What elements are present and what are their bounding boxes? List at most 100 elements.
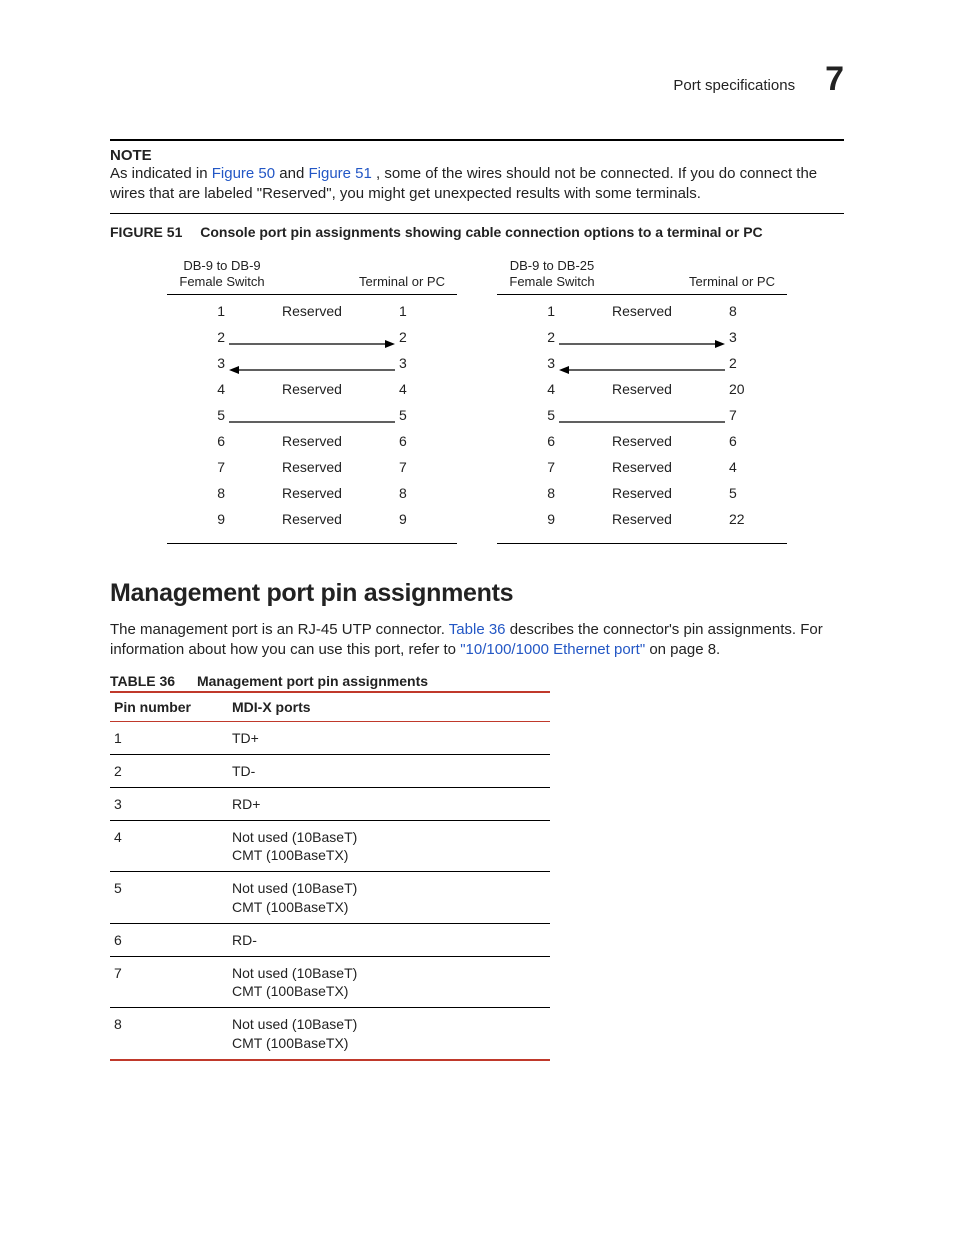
pin-row-right-number: 22 [725, 511, 757, 527]
pin-row-right-number: 7 [725, 407, 757, 423]
pin-row-right-number: 2 [395, 329, 427, 345]
pin-block-header-left-line1: DB-9 to DB-25 [510, 258, 595, 273]
table-cell-pin-number: 5 [110, 872, 228, 923]
pin-row-right-number: 9 [395, 511, 427, 527]
pin-block-header-left: DB-9 to DB-9Female Switch [167, 258, 277, 291]
pin-row-left-number: 5 [205, 407, 229, 423]
pin-row-right-number: 8 [395, 485, 427, 501]
table-row: 4Not used (10BaseT)CMT (100BaseTX) [110, 821, 550, 872]
pin-row: 1Reserved8 [497, 303, 787, 329]
table-row: 1TD+ [110, 721, 550, 754]
table-caption-text: Management port pin assignments [197, 673, 428, 689]
table-cell-mdix-ports: Not used (10BaseT)CMT (100BaseTX) [228, 872, 550, 923]
pin-block-header-right-text: Terminal or PC [359, 274, 445, 289]
arrow-left-icon [559, 365, 725, 375]
pin-row-right-number: 2 [725, 355, 757, 371]
pin-block-header-left-line1: DB-9 to DB-9 [183, 258, 260, 273]
table-cell-mdix-ports: RD- [228, 923, 550, 956]
running-title: Port specifications [673, 77, 795, 94]
table-row: 6RD- [110, 923, 550, 956]
pin-row: 57 [497, 407, 787, 433]
table-cell-pin-number: 7 [110, 957, 228, 1008]
arrow-right-icon [229, 339, 395, 349]
plain-line-icon [559, 417, 725, 427]
pin-row: 6Reserved6 [497, 433, 787, 459]
pin-row: 55 [167, 407, 457, 433]
table-cell-mdix-ports: TD+ [228, 721, 550, 754]
pin-block-db9-db9: DB-9 to DB-9Female Switch Terminal or PC 1… [167, 258, 457, 545]
pin-block-headers: DB-9 to DB-9Female Switch Terminal or PC [167, 258, 457, 291]
para-post: on page 8. [649, 641, 720, 658]
pin-row-right-number: 6 [725, 433, 757, 449]
note-text-mid: and [279, 165, 308, 182]
table-cell-pin-number: 8 [110, 1008, 228, 1060]
pin-row-right-number: 5 [725, 485, 757, 501]
pin-block-db9-db25: DB-9 to DB-25Female Switch Terminal or PC… [497, 258, 787, 545]
pin-row: 8Reserved5 [497, 485, 787, 511]
pin-row: 4Reserved20 [497, 381, 787, 407]
table-row: 3RD+ [110, 787, 550, 820]
pin-row-right-number: 5 [395, 407, 427, 423]
pin-row: 4Reserved4 [167, 381, 457, 407]
page: Port specifications 7 NOTE As indicated … [0, 0, 954, 1235]
pin-row: 22 [167, 329, 457, 355]
table-cell-mdix-ports: Not used (10BaseT)CMT (100BaseTX) [228, 1008, 550, 1060]
arrow-right-icon [559, 339, 725, 349]
note-text: As indicated in Figure 50 and Figure 51 … [110, 164, 844, 205]
running-chapter-number: 7 [825, 60, 844, 99]
pin-block-header-right-text: Terminal or PC [689, 274, 775, 289]
pin-block-header-right: Terminal or PC [677, 274, 787, 290]
pin-row: 7Reserved7 [167, 459, 457, 485]
link-figure-51[interactable]: Figure 51 [308, 165, 371, 182]
para-pre: The management port is an RJ-45 UTP conn… [110, 621, 449, 638]
link-ethernet-port[interactable]: "10/100/1000 Ethernet port" [460, 641, 645, 658]
pin-row-right-number: 3 [725, 329, 757, 345]
pin-block-header-right: Terminal or PC [347, 274, 457, 290]
table-row: 5Not used (10BaseT)CMT (100BaseTX) [110, 872, 550, 923]
pin-row: 6Reserved6 [167, 433, 457, 459]
pin-row: 1Reserved1 [167, 303, 457, 329]
pin-row: 23 [497, 329, 787, 355]
pin-row: 32 [497, 355, 787, 381]
pin-row-left-number: 3 [535, 355, 559, 371]
table-cell-pin-number: 2 [110, 754, 228, 787]
pin-row-right-number: 20 [725, 381, 757, 397]
plain-line-icon [229, 417, 395, 427]
table-cell-mdix-ports: Not used (10BaseT)CMT (100BaseTX) [228, 957, 550, 1008]
pin-row-left-number: 2 [535, 329, 559, 345]
pin-row-right-number: 3 [395, 355, 427, 371]
note-label: NOTE [110, 147, 844, 164]
pin-row: 9Reserved22 [497, 511, 787, 537]
pin-row: 9Reserved9 [167, 511, 457, 537]
note-block: NOTE As indicated in Figure 50 and Figur… [110, 139, 844, 214]
pin-row-right-number: 7 [395, 459, 427, 475]
table-cell-mdix-ports: TD- [228, 754, 550, 787]
table-caption: TABLE 36 Management port pin assignments [110, 673, 844, 689]
pin-row: 33 [167, 355, 457, 381]
figure-caption-text: Console port pin assignments showing cab… [200, 224, 762, 240]
pin-row-left-number: 3 [205, 355, 229, 371]
link-figure-50[interactable]: Figure 50 [212, 165, 275, 182]
table-row: 8Not used (10BaseT)CMT (100BaseTX) [110, 1008, 550, 1060]
table-cell-pin-number: 3 [110, 787, 228, 820]
table-header-pin-number: Pin number [110, 692, 228, 722]
table-cell-mdix-ports: Not used (10BaseT)CMT (100BaseTX) [228, 821, 550, 872]
table-header-row: Pin number MDI-X ports [110, 692, 550, 722]
pin-block-header-left-line2: Female Switch [179, 274, 264, 289]
figure-caption: FIGURE 51 Console port pin assignments s… [110, 224, 844, 240]
link-table-36[interactable]: Table 36 [449, 621, 506, 638]
pin-row-right-number: 4 [725, 459, 757, 475]
section-title: Management port pin assignments [110, 579, 844, 608]
table-cell-pin-number: 4 [110, 821, 228, 872]
pin-row: 8Reserved8 [167, 485, 457, 511]
figure-caption-label: FIGURE 51 [110, 224, 182, 240]
note-text-pre: As indicated in [110, 165, 212, 182]
pin-block-headers: DB-9 to DB-25Female Switch Terminal or PC [497, 258, 787, 291]
pin-block-header-left-line2: Female Switch [509, 274, 594, 289]
table-caption-label: TABLE 36 [110, 673, 175, 689]
pin-row-right-number: 4 [395, 381, 427, 397]
pin-rows: 1Reserved122334Reserved4556Reserved67Res… [167, 294, 457, 544]
pin-block-header-left: DB-9 to DB-25Female Switch [497, 258, 607, 291]
table-cell-pin-number: 6 [110, 923, 228, 956]
pin-row-left-number: 5 [535, 407, 559, 423]
